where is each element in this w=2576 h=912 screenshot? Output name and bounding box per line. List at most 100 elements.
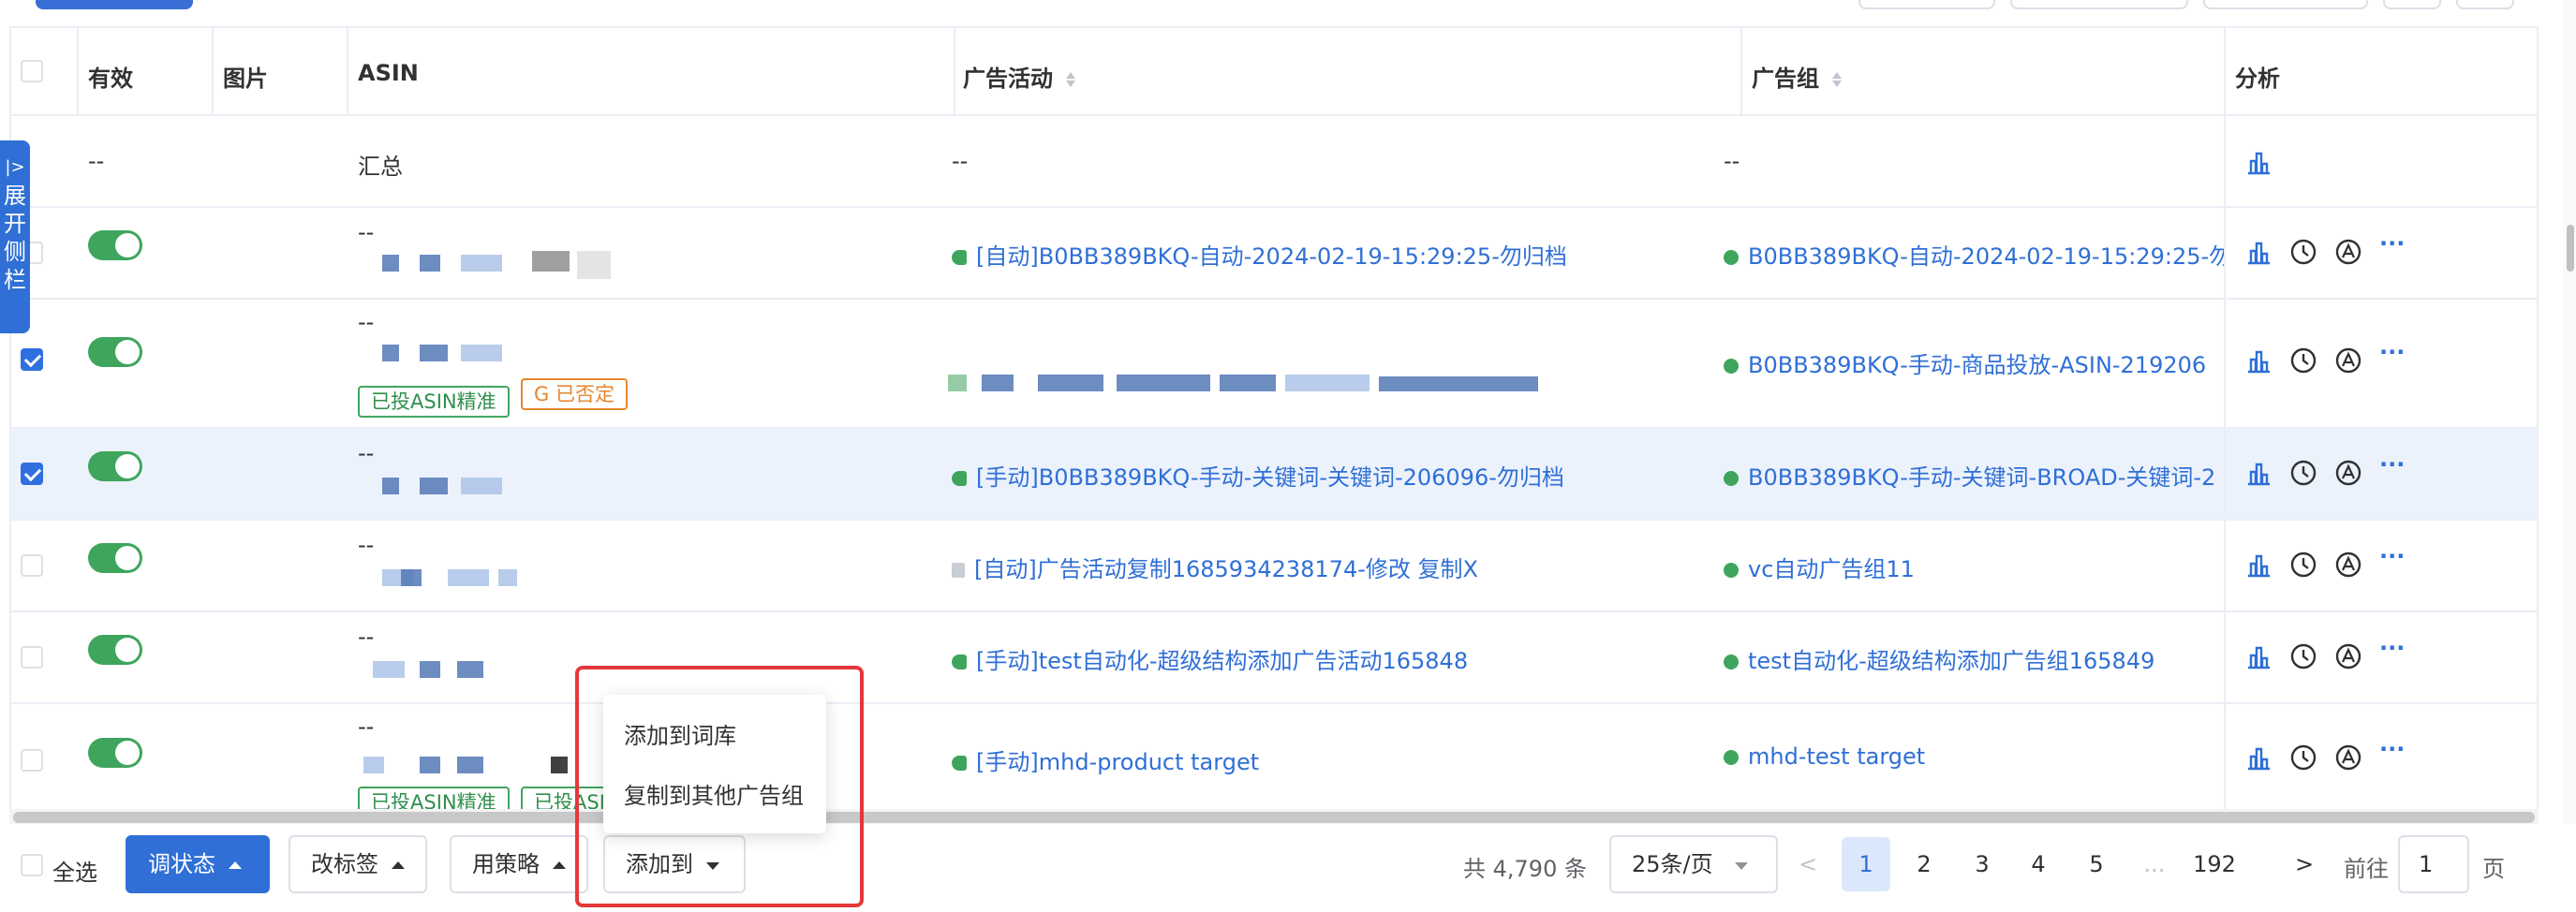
prev-page-button[interactable]: <	[1784, 837, 1832, 891]
clock-icon[interactable]	[2289, 346, 2317, 375]
page-button-5[interactable]: 5	[2072, 837, 2121, 891]
enabled-toggle[interactable]	[88, 635, 142, 665]
table-row[interactable]: -- [手动]B0BB389BKQ-手动-关键词-关键词-206096-勿归档 …	[11, 429, 2537, 521]
strategy-icon[interactable]	[2334, 346, 2362, 375]
side-tab-label: 栏	[4, 267, 26, 293]
strategy-icon[interactable]	[2334, 238, 2362, 266]
enabled-toggle[interactable]	[88, 738, 142, 768]
campaign-link[interactable]: [手动]mhd-product target	[952, 743, 1259, 776]
top-toolbar-button-4[interactable]	[2383, 0, 2441, 9]
expand-sidebar-tab[interactable]: |> 展 开 侧 栏	[0, 140, 30, 333]
top-toolbar-button-5[interactable]	[2456, 0, 2514, 9]
summary-campaign: --	[952, 148, 969, 174]
bar-chart-icon[interactable]	[2244, 148, 2273, 176]
bar-chart-icon[interactable]	[2244, 743, 2273, 772]
clock-icon[interactable]	[2289, 238, 2317, 266]
use-strategy-button[interactable]: 用策略	[450, 835, 588, 893]
select-all-label[interactable]: 全选	[52, 854, 97, 887]
more-icon[interactable]: ···	[2379, 230, 2405, 257]
more-icon[interactable]: ···	[2379, 451, 2405, 478]
campaign-link[interactable]: [手动]B0BB389BKQ-手动-关键词-关键词-206096-勿归档	[952, 459, 1564, 492]
clock-icon[interactable]	[2289, 551, 2317, 579]
row-actions: ···	[2224, 704, 2537, 809]
ad-group-link[interactable]: test自动化-超级结构添加广告组165849	[1724, 642, 2154, 675]
strategy-icon[interactable]	[2334, 551, 2362, 579]
adjust-status-button[interactable]: 调状态	[126, 835, 270, 893]
row-checkbox[interactable]	[21, 646, 43, 669]
header-campaign[interactable]: 广告活动	[963, 60, 1076, 93]
total-count: 共 4,790 条	[1463, 856, 1587, 882]
asin-placeholder: --	[358, 624, 375, 650]
campaign-link[interactable]: [自动]广告活动复制1685934238174-修改 复制X	[952, 551, 1478, 583]
ad-group-link[interactable]: B0BB389BKQ-手动-关键词-BROAD-关键词-2	[1724, 459, 2215, 492]
ad-group-link[interactable]: vc自动广告组11	[1724, 551, 1915, 583]
sort-icon[interactable]	[1832, 72, 1843, 87]
vertical-scrollbar[interactable]	[2563, 0, 2576, 912]
caret-up-icon	[229, 861, 242, 869]
page-size-select[interactable]: 25条/页	[1609, 835, 1778, 893]
horizontal-scrollbar[interactable]	[9, 809, 2539, 824]
enabled-toggle[interactable]	[88, 337, 142, 367]
row-actions: ···	[2224, 300, 2537, 427]
strategy-icon[interactable]	[2334, 743, 2362, 772]
select-all-checkbox[interactable]	[21, 854, 43, 876]
change-tag-button[interactable]: 改标签	[289, 835, 427, 893]
row-checkbox[interactable]	[21, 554, 43, 577]
table-row[interactable]: -- [手动]test自动化-超级结构添加广告活动165848 test自动化-…	[11, 612, 2537, 704]
side-tab-label: 开	[4, 211, 26, 237]
page-button-1[interactable]: 1	[1842, 837, 1890, 891]
enabled-toggle[interactable]	[88, 230, 142, 260]
use-strategy-label: 用策略	[472, 851, 540, 877]
page-button-2[interactable]: 2	[1900, 837, 1948, 891]
horizontal-scrollbar-thumb[interactable]	[13, 812, 2535, 823]
more-icon[interactable]: ···	[2379, 543, 2405, 569]
ad-group-link[interactable]: B0BB389BKQ-自动-2024-02-19-15:29:25-勿归档	[1724, 238, 2276, 271]
table-row[interactable]: -- [自动]B0BB389BKQ-自动-2024-02-19-15:29:25…	[11, 208, 2537, 300]
campaign-name: [手动]B0BB389BKQ-手动-关键词-关键词-206096-勿归档	[976, 464, 1564, 491]
row-checkbox[interactable]	[21, 348, 43, 371]
ad-group-link[interactable]: B0BB389BKQ-手动-商品投放-ASIN-219206	[1724, 346, 2206, 379]
top-toolbar-button-3[interactable]	[2203, 0, 2368, 9]
campaign-name: [手动]mhd-product target	[976, 749, 1260, 775]
bar-chart-icon[interactable]	[2244, 642, 2273, 670]
campaign-link[interactable]: [手动]test自动化-超级结构添加广告活动165848	[952, 642, 1468, 675]
page-ellipsis[interactable]: ...	[2130, 837, 2179, 891]
clock-icon[interactable]	[2289, 642, 2317, 670]
goto-page-input[interactable]: 1	[2398, 835, 2469, 893]
strategy-icon[interactable]	[2334, 642, 2362, 670]
table-row[interactable]: -- [自动]广告活动复制1685934238174-修改 复制X vc自动广告…	[11, 521, 2537, 612]
side-tab-label: 展	[4, 183, 26, 209]
table-row[interactable]: -- 已投ASIN精准 已投ASI [手动]mhd-product target…	[11, 704, 2537, 809]
header-select-all-checkbox[interactable]	[21, 60, 43, 82]
page-button-last[interactable]: 192	[2181, 837, 2248, 891]
top-toolbar-button-1[interactable]	[1858, 0, 1995, 9]
top-toolbar-button-2[interactable]	[2010, 0, 2188, 9]
page-button-3[interactable]: 3	[1958, 837, 2006, 891]
ad-group-link[interactable]: mhd-test target	[1724, 743, 1925, 770]
side-tab-label: 侧	[4, 239, 26, 265]
bar-chart-icon[interactable]	[2244, 551, 2273, 579]
page-button-4[interactable]: 4	[2014, 837, 2063, 891]
header-ad-group[interactable]: 广告组	[1752, 60, 1843, 93]
next-page-button[interactable]: >	[2280, 837, 2329, 891]
more-icon[interactable]: ···	[2379, 339, 2405, 365]
bar-chart-icon[interactable]	[2244, 459, 2273, 487]
bar-chart-icon[interactable]	[2244, 346, 2273, 375]
campaign-link[interactable]: [自动]B0BB389BKQ-自动-2024-02-19-15:29:25-勿归…	[952, 238, 1567, 271]
ad-group-name: mhd-test target	[1748, 743, 1926, 770]
row-checkbox[interactable]	[21, 749, 43, 772]
clock-icon[interactable]	[2289, 743, 2317, 772]
table-row[interactable]: -- 已投ASIN精准 G 已否定 B0BB389BKQ-手动-商品投放-ASI…	[11, 300, 2537, 429]
clock-icon[interactable]	[2289, 459, 2317, 487]
more-icon[interactable]: ···	[2379, 736, 2405, 762]
row-checkbox[interactable]	[21, 463, 43, 485]
sort-icon[interactable]	[1066, 72, 1076, 87]
enabled-toggle[interactable]	[88, 543, 142, 573]
vertical-scrollbar-thumb[interactable]	[2567, 225, 2574, 272]
bar-chart-icon[interactable]	[2244, 238, 2273, 266]
top-primary-button[interactable]	[36, 0, 193, 9]
more-icon[interactable]: ···	[2379, 635, 2405, 661]
strategy-icon[interactable]	[2334, 459, 2362, 487]
enabled-toggle[interactable]	[88, 451, 142, 481]
asin-tag: 已投ASIN精准	[358, 787, 510, 809]
